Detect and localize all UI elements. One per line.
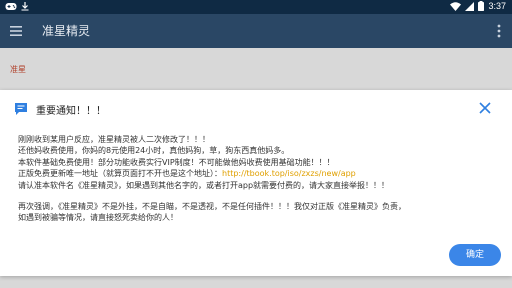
notice-line: 还他妈收费使用，你妈的8元使用24小时，真他妈狗，草，狗东西真他妈多。 [18, 146, 290, 156]
battery-icon [478, 1, 485, 11]
gamepad-icon [5, 3, 17, 10]
notice-line: 刚刚收到某用户反应，准星精灵被人二次修改了！！！ [18, 135, 210, 144]
notice-line: 正版免费更新唯一地址（就算页面打不开也是这个地址）： [18, 169, 222, 179]
notice-line: 请认准本软件名《准星精灵》，如果遇到其他名字的，或者打开app就需要付费的，请大… [18, 180, 390, 190]
hamburger-menu-icon[interactable] [10, 25, 22, 37]
wifi-icon [450, 1, 462, 11]
dialog-title: 重要通知！！！ [36, 106, 106, 117]
notice-line: 本软件基础免费使用！部分功能收费实行VIP制度！不可能做他妈收费使用基础功能！！… [18, 157, 335, 167]
update-link[interactable]: http://tbook.top/iso/zxzs/new/app [222, 169, 356, 178]
status-time: 3:37 [488, 1, 506, 11]
background-label: 准星 [10, 65, 26, 74]
notice-line: 再次强调，《准星精灵》不是外挂，不是自瞄，不是透视，不是任何插件！！！我仅对正版… [18, 202, 406, 212]
notice-line-with-link: 正版免费更新唯一地址（就算页面打不开也是这个地址）：http://tbook.t… [18, 168, 498, 179]
status-bar-left [5, 2, 29, 11]
status-bar-right: 3:37 [450, 1, 506, 11]
close-icon[interactable] [478, 101, 492, 115]
app-title: 准星精灵 [42, 24, 91, 38]
notice-dialog: 重要通知！！！ 刚刚收到某用户反应，准星精灵被人二次修改了！！！ 还他妈收费使用… [0, 90, 512, 276]
status-bar: 3:37 [0, 0, 512, 14]
app-bar: 准星精灵 [0, 14, 512, 48]
notice-line: 如遇到被骗等情况，请直接怒死卖给你的人！ [18, 213, 178, 223]
signal-icon [465, 1, 475, 11]
confirm-button[interactable]: 确定 [449, 244, 501, 266]
dialog-body: 刚刚收到某用户反应，准星精灵被人二次修改了！！！ 还他妈收费使用，你妈的8元使用… [18, 134, 498, 224]
more-vert-icon[interactable] [496, 24, 502, 38]
message-icon [15, 103, 27, 115]
download-icon [21, 2, 29, 11]
